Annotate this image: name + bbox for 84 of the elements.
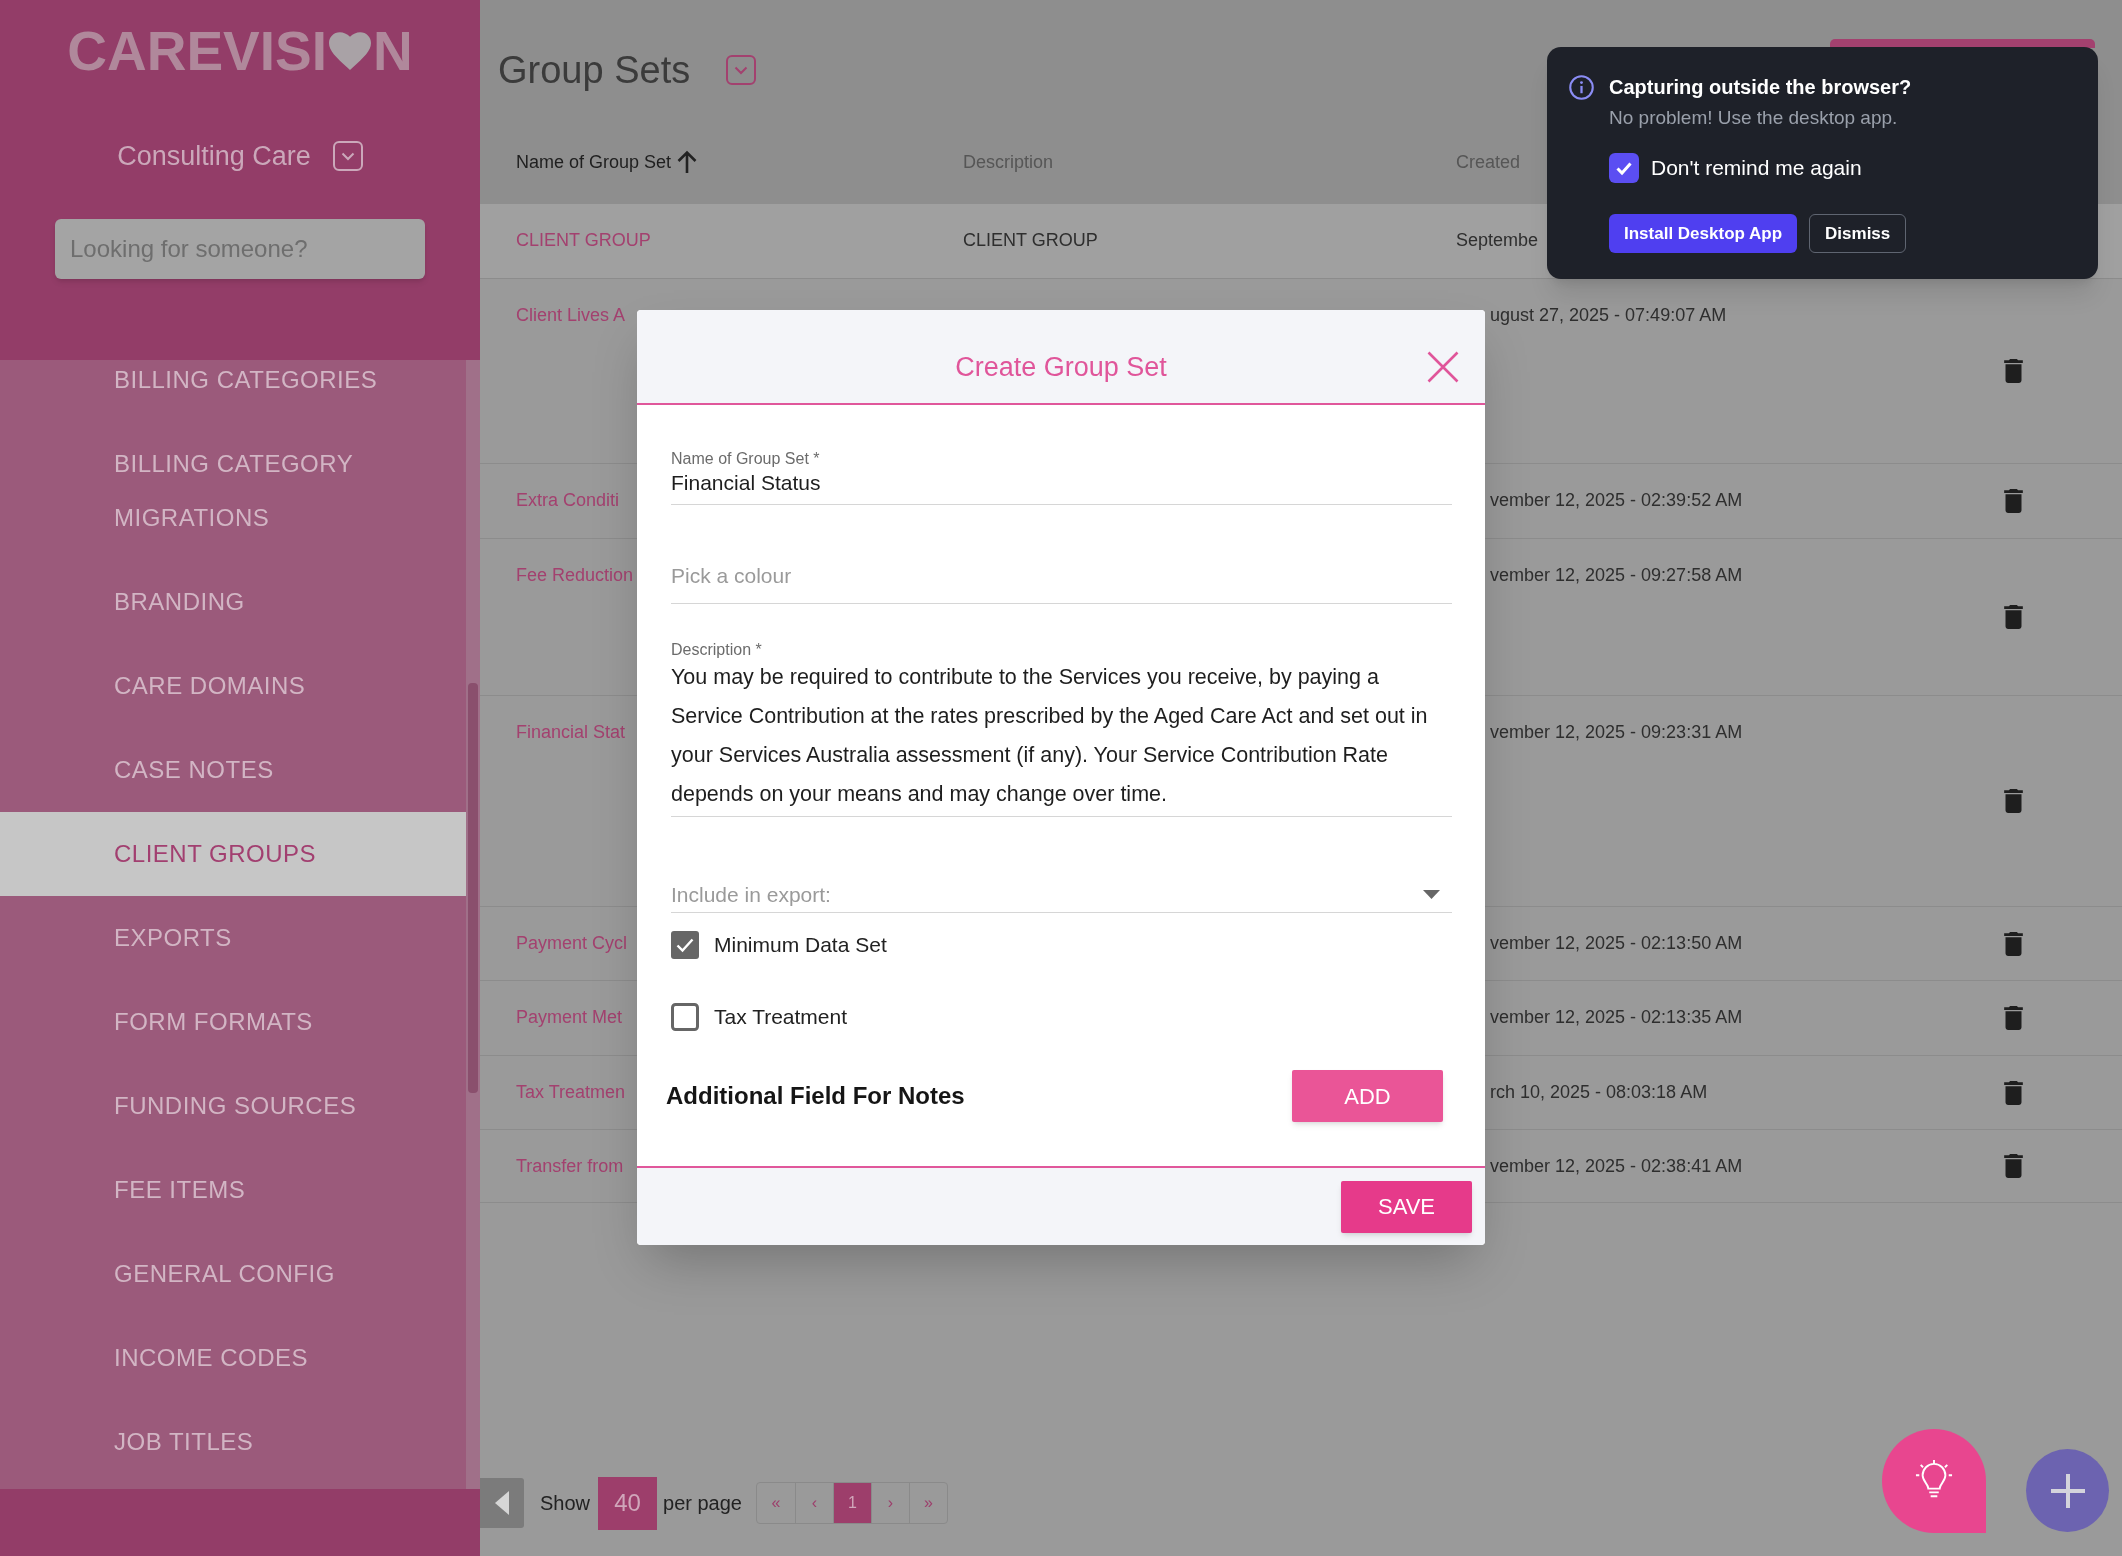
table-cell: vember 12, 2025 - 09:23:31 AM (1490, 722, 1743, 742)
page-button[interactable]: » (909, 1483, 947, 1523)
group-set-link[interactable]: Client Lives A (516, 305, 626, 325)
trash-icon[interactable] (2004, 1154, 2023, 1178)
group-set-link[interactable]: Financial Stat (516, 722, 626, 742)
text-field[interactable]: Financial Status (671, 469, 1452, 505)
trash-icon[interactable] (2004, 931, 2023, 956)
dialog-title: Create Group Set (954, 351, 1168, 384)
nav-item[interactable]: CLIENT GROUPS (0, 812, 466, 896)
table-cell: vember 12, 2025 - 09:27:58 AM (1490, 565, 1743, 585)
per-page-label: per page (663, 1491, 742, 1516)
select-field[interactable]: Include in export: (671, 877, 1452, 913)
arrow-up-icon (677, 150, 698, 174)
page-button[interactable]: 1 (833, 1483, 871, 1523)
description-field[interactable]: You may be required to contribute to the Services you receive, by paying a Service Contribution at the rates prescribed by the Aged Care Act and set out in your Services Australia assessment (if any). Your Service Contribution Rate depends on your means and may change over time. (671, 658, 1452, 817)
nav-item[interactable]: CASE NOTES (0, 728, 466, 812)
group-set-link[interactable]: Payment Cycl (516, 933, 628, 953)
show-label: Show (540, 1491, 591, 1516)
info-icon (1569, 75, 1594, 100)
checkbox-label: Tax Treatment (714, 1004, 848, 1031)
nav-item[interactable]: FORM FORMATS (0, 980, 466, 1064)
caret-down-icon (1423, 890, 1440, 899)
column-header[interactable]: Name of Group Set (516, 149, 698, 175)
table-cell: vember 12, 2025 - 02:13:35 AM (1490, 1007, 1743, 1027)
plus-icon (2048, 1471, 2087, 1510)
chevron-box-icon[interactable] (332, 141, 363, 171)
table-cell: CLIENT GROUP (963, 230, 1098, 250)
table-cell: rch 10, 2025 - 08:03:18 AM (1490, 1082, 1708, 1102)
popup-message: No problem! Use the desktop app. (1609, 106, 1899, 130)
logo-text: N (373, 20, 413, 82)
page-title: Group Sets (498, 48, 691, 92)
popup-title: Capturing outside the browser? (1609, 75, 1912, 100)
trash-icon[interactable] (2004, 789, 2023, 813)
section-heading: Additional Field For Notes (666, 1081, 965, 1111)
checkbox[interactable] (1609, 153, 1639, 183)
add-button[interactable]: ADD (1292, 1070, 1443, 1122)
popup-button[interactable]: Dismiss (1809, 214, 1907, 253)
save-button[interactable]: SAVE (1341, 1180, 1472, 1233)
nav-item[interactable]: GENERAL CONFIG (0, 1232, 466, 1316)
table-cell: vember 12, 2025 - 02:39:52 AM (1490, 490, 1743, 510)
checkbox-label: Don't remind me again (1651, 155, 1862, 182)
nav-item[interactable]: BILLING CATEGORY MIGRATIONS (0, 422, 466, 560)
group-set-link[interactable]: Extra Conditi (516, 490, 620, 510)
page-size-select[interactable]: 40 (598, 1476, 658, 1530)
table-cell: vember 12, 2025 - 02:38:41 AM (1490, 1156, 1743, 1176)
caret-left-icon (495, 1491, 509, 1515)
nav-item[interactable]: BILLING CATEGORIES (0, 360, 466, 422)
trash-icon[interactable] (2004, 1080, 2023, 1105)
nav-item[interactable]: INCOME CODES (0, 1316, 466, 1400)
page-button[interactable]: › (871, 1483, 909, 1523)
field-label: Name of Group Set * (671, 449, 821, 469)
organization-name: Consulting Care (117, 140, 311, 173)
group-set-link[interactable]: CLIENT GROUP (516, 230, 651, 250)
page-button[interactable]: « (757, 1483, 795, 1523)
nav-item[interactable]: CARE DOMAINS (0, 644, 466, 728)
nav-item[interactable]: EXPORTS (0, 896, 466, 980)
table-cell: Septembe (1456, 230, 1539, 250)
trash-icon[interactable] (2004, 605, 2023, 629)
trash-icon[interactable] (2004, 489, 2023, 513)
group-set-link[interactable]: Payment Met (516, 1007, 623, 1027)
scrollbar[interactable] (466, 360, 480, 1489)
trash-icon[interactable] (2004, 359, 2023, 383)
popup-button[interactable]: Install Desktop App (1609, 214, 1798, 253)
trash-icon[interactable] (2004, 1006, 2023, 1030)
checkbox-label: Minimum Data Set (714, 932, 887, 959)
nav-item[interactable]: JOB TITLES (0, 1400, 466, 1484)
table-cell: ugust 27, 2025 - 07:49:07 AM (1490, 305, 1727, 325)
nav-item[interactable]: FEE ITEMS (0, 1148, 466, 1232)
group-set-link[interactable]: Tax Treatmen (516, 1082, 626, 1102)
checkbox[interactable] (671, 931, 699, 959)
column-header[interactable]: Description (963, 149, 1054, 175)
close-icon[interactable] (1427, 351, 1459, 383)
collapse-button[interactable] (480, 1478, 524, 1528)
checkbox[interactable] (671, 1003, 699, 1031)
heart-icon (329, 31, 371, 71)
field-label: Description * (671, 642, 763, 658)
group-set-link[interactable]: Transfer from (516, 1156, 624, 1176)
nav-item[interactable]: FUNDING SOURCES (0, 1064, 466, 1148)
logo-text: CAREVISI (67, 20, 327, 82)
table-cell: vember 12, 2025 - 02:13:50 AM (1490, 933, 1743, 953)
colour-field[interactable]: Pick a colour (671, 554, 1452, 604)
nav-item[interactable]: BRANDING (0, 560, 466, 644)
group-set-link[interactable]: Fee Reduction (516, 565, 634, 585)
column-header[interactable]: Created (1456, 149, 1521, 175)
